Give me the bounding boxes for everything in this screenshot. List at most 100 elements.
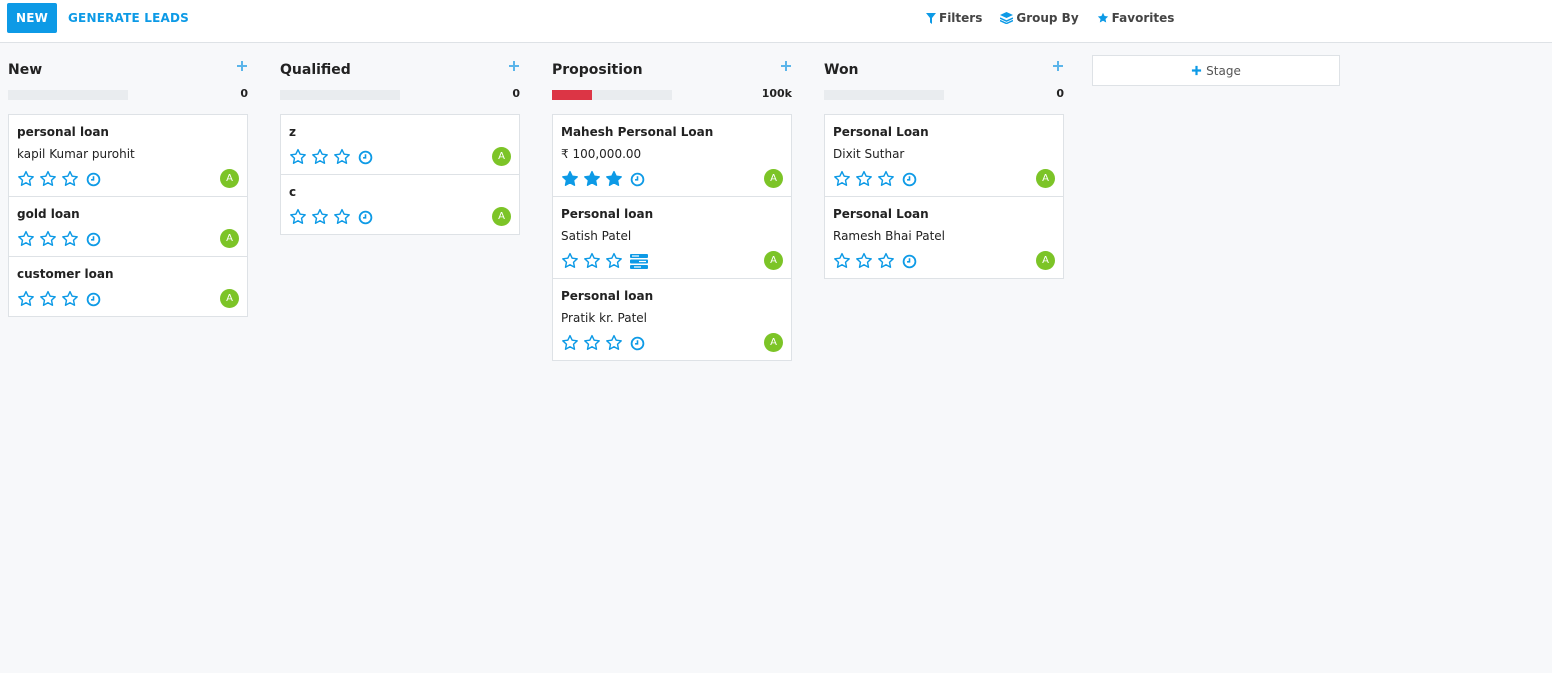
priority-star-icon[interactable] xyxy=(311,208,329,226)
priority-star-icon[interactable] xyxy=(311,148,329,166)
priority-star-icon[interactable] xyxy=(855,170,873,188)
avatar[interactable]: A xyxy=(492,147,511,166)
clock-icon[interactable] xyxy=(902,172,917,187)
search-options: Filters Group By Favorites xyxy=(926,11,1192,25)
priority-star-icon[interactable] xyxy=(61,230,79,248)
clock-icon[interactable] xyxy=(630,336,645,351)
priority-star-icon[interactable] xyxy=(605,170,623,188)
column-header: Qualified xyxy=(280,56,520,84)
column-title: Proposition xyxy=(552,62,643,78)
column-title: Qualified xyxy=(280,62,351,78)
filters-button[interactable]: Filters xyxy=(926,11,982,25)
card-footer: A xyxy=(17,168,239,190)
card-subtitle: Pratik kr. Patel xyxy=(561,311,647,325)
kanban-card[interactable]: Personal Loan Dixit Suthar A xyxy=(825,115,1063,197)
progress-bar[interactable] xyxy=(8,90,128,100)
priority-star-icon[interactable] xyxy=(289,208,307,226)
add-quick-create-icon[interactable] xyxy=(236,60,248,72)
add-stage-label: Stage xyxy=(1206,63,1241,78)
avatar[interactable]: A xyxy=(764,251,783,270)
priority-star-icon[interactable] xyxy=(583,252,601,270)
add-stage-button[interactable]: Stage xyxy=(1092,55,1340,86)
clock-icon[interactable] xyxy=(86,232,101,247)
layers-icon xyxy=(1000,12,1014,24)
priority-star-icon[interactable] xyxy=(561,334,579,352)
kanban-card[interactable]: cA xyxy=(281,175,519,234)
priority-star-icon[interactable] xyxy=(17,230,35,248)
add-quick-create-icon[interactable] xyxy=(780,60,792,72)
kanban-column-new: New 0 personal loan kapil Kumar purohit A … xyxy=(8,56,248,317)
priority-star-icon[interactable] xyxy=(61,170,79,188)
clock-icon[interactable] xyxy=(86,292,101,307)
avatar[interactable]: A xyxy=(492,207,511,226)
kanban-card[interactable]: zA xyxy=(281,115,519,175)
avatar[interactable]: A xyxy=(220,169,239,188)
priority-star-icon[interactable] xyxy=(333,148,351,166)
filters-label: Filters xyxy=(939,11,983,25)
avatar[interactable]: A xyxy=(1036,251,1055,270)
kanban-card[interactable]: Mahesh Personal Loan ₹ 100,000.00 A xyxy=(553,115,791,197)
group-by-label: Group By xyxy=(1016,11,1079,25)
progress-bar[interactable] xyxy=(824,90,944,100)
priority-star-icon[interactable] xyxy=(289,148,307,166)
card-list: zA cA xyxy=(280,114,520,235)
priority-star-icon[interactable] xyxy=(833,252,851,270)
kanban-card[interactable]: gold loan A xyxy=(9,197,247,257)
card-footer: A xyxy=(289,146,511,168)
card-list: Mahesh Personal Loan ₹ 100,000.00 A Person… xyxy=(552,114,792,361)
column-total: 100k xyxy=(761,87,792,100)
priority-star-icon[interactable] xyxy=(855,252,873,270)
kanban-card[interactable]: Personal Loan Ramesh Bhai Patel A xyxy=(825,197,1063,278)
priority-star-icon[interactable] xyxy=(877,252,895,270)
progress-bar[interactable] xyxy=(280,90,400,100)
kanban-card[interactable]: personal loan kapil Kumar purohit A xyxy=(9,115,247,197)
add-quick-create-icon[interactable] xyxy=(508,60,520,72)
generate-leads-button[interactable]: GENERATE LEADS xyxy=(62,3,195,33)
priority-star-icon[interactable] xyxy=(561,170,579,188)
add-quick-create-icon[interactable] xyxy=(1052,60,1064,72)
clock-icon[interactable] xyxy=(358,210,373,225)
priority-star-icon[interactable] xyxy=(17,170,35,188)
tasks-icon[interactable] xyxy=(630,253,648,269)
kanban-column-proposition: Proposition 100k Mahesh Personal Loan ₹ 1… xyxy=(552,56,792,361)
priority-star-icon[interactable] xyxy=(39,230,57,248)
column-progress: 0 xyxy=(280,84,520,114)
kanban-card[interactable]: Personal loan Pratik kr. Patel A xyxy=(553,279,791,360)
card-title: c xyxy=(289,185,297,199)
clock-icon[interactable] xyxy=(630,172,645,187)
avatar[interactable]: A xyxy=(220,229,239,248)
priority-star-icon[interactable] xyxy=(583,334,601,352)
control-panel: NEW GENERATE LEADS Filters Group By Favo… xyxy=(0,0,1552,43)
kanban-card[interactable]: customer loan A xyxy=(9,257,247,316)
priority-star-icon[interactable] xyxy=(17,290,35,308)
clock-icon[interactable] xyxy=(86,172,101,187)
avatar[interactable]: A xyxy=(220,289,239,308)
progress-bar[interactable] xyxy=(552,90,672,100)
clock-icon[interactable] xyxy=(902,254,917,269)
priority-star-icon[interactable] xyxy=(39,290,57,308)
card-subtitle: Dixit Suthar xyxy=(833,147,905,161)
star-icon xyxy=(1097,12,1108,23)
priority-star-icon[interactable] xyxy=(61,290,79,308)
card-title: personal loan xyxy=(17,125,109,139)
priority-star-icon[interactable] xyxy=(605,252,623,270)
clock-icon[interactable] xyxy=(358,150,373,165)
avatar[interactable]: A xyxy=(764,169,783,188)
column-total: 0 xyxy=(240,87,248,100)
card-title: Personal Loan xyxy=(833,125,929,139)
column-progress: 0 xyxy=(8,84,248,114)
priority-star-icon[interactable] xyxy=(605,334,623,352)
priority-star-icon[interactable] xyxy=(877,170,895,188)
avatar[interactable]: A xyxy=(764,333,783,352)
favorites-button[interactable]: Favorites xyxy=(1097,11,1174,25)
new-button[interactable]: NEW xyxy=(7,3,57,33)
avatar[interactable]: A xyxy=(1036,169,1055,188)
card-subtitle: Ramesh Bhai Patel xyxy=(833,229,945,243)
priority-star-icon[interactable] xyxy=(333,208,351,226)
priority-star-icon[interactable] xyxy=(39,170,57,188)
group-by-button[interactable]: Group By xyxy=(1000,11,1079,25)
priority-star-icon[interactable] xyxy=(561,252,579,270)
kanban-card[interactable]: Personal loan Satish Patel A xyxy=(553,197,791,279)
priority-star-icon[interactable] xyxy=(833,170,851,188)
priority-star-icon[interactable] xyxy=(583,170,601,188)
